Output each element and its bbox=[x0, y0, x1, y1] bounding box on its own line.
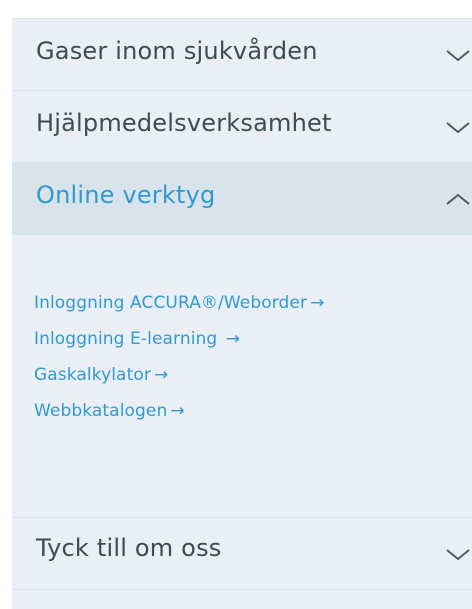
arrow-right-icon: → bbox=[153, 365, 169, 385]
online-links-list: Inloggning ACCURA®/Weborder → Inloggning … bbox=[34, 291, 324, 435]
section-hjalpmedelsverksamhet[interactable]: Hjälpmedelsverksamhet bbox=[12, 91, 472, 163]
chevron-up-icon bbox=[446, 193, 470, 205]
section-label: Hjälpmedelsverksamhet bbox=[36, 109, 332, 137]
link-gaskalkylator[interactable]: Gaskalkylator → bbox=[34, 365, 168, 385]
arrow-right-icon: → bbox=[310, 293, 325, 313]
section-label: Gaser inom sjukvården bbox=[36, 37, 318, 65]
arrow-right-icon: → bbox=[225, 329, 241, 349]
section-online-verktyg[interactable]: Online verktyg bbox=[12, 163, 472, 235]
online-verktyg-panel: Inloggning ACCURA®/Weborder → Inloggning … bbox=[12, 235, 472, 518]
link-inloggning-e-learning[interactable]: Inloggning E-learning → bbox=[34, 329, 240, 349]
section-label: Online verktyg bbox=[36, 181, 216, 209]
section-gaser-inom-sjukvarden[interactable]: Gaser inom sjukvården bbox=[12, 19, 472, 91]
link-label: Gaskalkylator bbox=[34, 365, 151, 385]
chevron-down-icon bbox=[446, 549, 470, 561]
list-item: Inloggning ACCURA®/Weborder → bbox=[34, 291, 324, 327]
link-label: Inloggning ACCURA®/Weborder bbox=[34, 293, 308, 313]
section-tyck-till-om-oss[interactable]: Tyck till om oss bbox=[12, 518, 472, 590]
link-label: Webbkatalogen bbox=[34, 401, 168, 421]
list-item: Inloggning E-learning → bbox=[34, 327, 324, 363]
section-label: Tyck till om oss bbox=[36, 534, 222, 562]
arrow-right-icon: → bbox=[170, 401, 185, 421]
link-label: Inloggning E-learning bbox=[34, 329, 223, 349]
accordion-menu: Gaser inom sjukvården Hjälpmedelsverksam… bbox=[12, 18, 472, 609]
link-webbkatalogen[interactable]: Webbkatalogen → bbox=[34, 401, 185, 421]
link-inloggning-accura-weborder[interactable]: Inloggning ACCURA®/Weborder → bbox=[34, 293, 324, 313]
chevron-down-icon bbox=[446, 122, 470, 134]
list-item: Webbkatalogen → bbox=[34, 399, 324, 435]
chevron-down-icon bbox=[446, 50, 470, 62]
list-item: Gaskalkylator → bbox=[34, 363, 324, 399]
